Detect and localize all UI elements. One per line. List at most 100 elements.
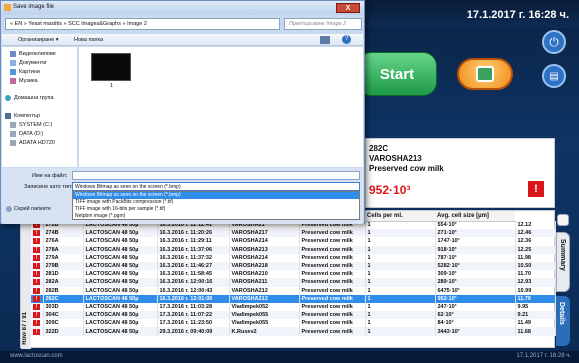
filename-input[interactable]: [72, 171, 360, 180]
cell-date: 16.3.2016 г. 12:00:43: [157, 286, 230, 295]
cell-size: 12.12: [515, 221, 556, 230]
footer: www.lactoscan.com 17.1.2017 г. 16:28 ч.: [0, 351, 579, 363]
homegroup-icon: [5, 95, 11, 101]
cell-cells: 289·10³: [435, 278, 516, 287]
table-row[interactable]: ! 279B LACTOSCAN 48 50µ 16.3.2016 г. 11:46:…: [31, 261, 556, 271]
organize-button[interactable]: Организиране ▾: [18, 37, 59, 43]
save-results-button[interactable]: [457, 58, 513, 90]
document-button[interactable]: ▤: [542, 64, 566, 88]
cell-product: Preserved cow milk: [299, 327, 366, 336]
cell-device: LACTOSCAN 48 50µ: [83, 253, 158, 262]
cell-n: 1: [365, 319, 436, 328]
table-icon-tab[interactable]: [557, 214, 569, 226]
filetype-option[interactable]: Netpbm image (*.pgm): [73, 213, 359, 220]
cell-name: VAROSHA214: [229, 253, 300, 262]
cell-device: LACTOSCAN 48 50µ: [83, 270, 158, 279]
app-icon: [4, 4, 11, 11]
table-row[interactable]: ! 279A LACTOSCAN 48 50µ 16.3.2016 г. 11:37:…: [31, 253, 556, 262]
tab-summary[interactable]: Summary: [556, 232, 570, 292]
footer-url[interactable]: www.lactoscan.com: [10, 353, 63, 359]
address-bar[interactable]: « EN » Yeast mastitis » SCC Images&Graph…: [5, 18, 280, 30]
nav-item-pictures[interactable]: Картини: [10, 69, 40, 75]
nav-item-music[interactable]: Музика: [10, 78, 38, 84]
table-row[interactable]: ! 278A LACTOSCAN 48 50µ 16.3.2016 г. 11:37:…: [31, 245, 556, 254]
table-row[interactable]: ! 322D LACTOSCAN 48 50µ 29.3.2016 г. 09:40:…: [31, 327, 556, 336]
nav-item-computer[interactable]: Компютър: [5, 113, 40, 119]
table-row[interactable]: ! 282B LACTOSCAN 48 50µ 16.3.2016 г. 12:00:…: [31, 286, 556, 295]
cell-name: K.Rusev2: [229, 327, 300, 336]
column-header[interactable]: Avg. cell size [µm]: [435, 211, 515, 222]
cell-name: Vladimpek055: [229, 311, 300, 320]
view-options-icon[interactable]: [320, 36, 330, 44]
power-button[interactable]: ⏻: [542, 30, 566, 54]
start-button[interactable]: Start: [357, 52, 437, 96]
footer-datetime: 17.1.2017 г. 16:28 ч.: [516, 353, 571, 359]
search-input[interactable]: Претърсване Image 2: [284, 18, 362, 30]
nav-item-homegroup[interactable]: Домашна група: [5, 95, 54, 101]
cell-date: 16.3.2016 г. 12:01:06: [157, 294, 230, 303]
cell-product: Preserved cow milk: [299, 278, 366, 287]
table-row[interactable]: ! 274B LACTOSCAN 48 50µ 16.3.2016 г. 11:20:…: [31, 229, 556, 238]
filetype-select[interactable]: Windows Bitmap as seen on the screen (*.…: [72, 182, 360, 191]
cell-product: Preserved cow milk: [299, 237, 366, 246]
table-row[interactable]: ! 281D LACTOSCAN 48 50µ 16.3.2016 г. 11:58:…: [31, 270, 556, 279]
navigation-pane: Видеоклипове Документи Картини Музика До…: [2, 47, 78, 167]
hide-folders-toggle[interactable]: Скрий папките: [6, 206, 51, 212]
table-row[interactable]: ! 303D LACTOSCAN 48 50µ 17.3.2016 г. 11:03:…: [31, 302, 556, 312]
cell-size: 9.21: [515, 311, 556, 320]
cell-id: 282B: [43, 286, 84, 295]
filename-label: Име на файл:: [32, 173, 68, 179]
cell-name: VAROSHA212: [229, 286, 300, 295]
row-flag: !: [31, 261, 44, 271]
image-thumbnail[interactable]: [91, 53, 131, 81]
table-row[interactable]: ! 282C LACTOSCAN 48 50µ 16.3.2016 г. 12:01:…: [31, 294, 556, 303]
alert-icon: !: [33, 271, 40, 278]
cell-id: 278A: [43, 245, 84, 254]
close-button[interactable]: X: [336, 3, 360, 13]
filetype-option[interactable]: TIFF image with PackBits compression (*.…: [73, 199, 359, 206]
power-icon: ⏻: [549, 34, 559, 49]
filetype-option[interactable]: Windows Bitmap as seen on the screen (*.…: [73, 192, 359, 199]
folder-icon: [10, 51, 16, 57]
file-pane: 1: [79, 47, 363, 167]
nav-item-drive-c[interactable]: SYSTEM (C:): [10, 122, 52, 128]
cell-size: 12.46: [515, 229, 556, 238]
cell-size: 11.68: [515, 327, 556, 336]
cell-date: 16.3.2016 г. 11:37:32: [157, 253, 230, 262]
results-table: Row 87 / 91 ationCells per ml.Avg. cell …: [20, 210, 556, 349]
cell-cells: 554·10³: [435, 221, 516, 230]
row-flag: !: [31, 229, 44, 238]
dialog-titlebar[interactable]: Save image file X: [1, 1, 364, 15]
table-row[interactable]: ! 309C LACTOSCAN 48 50µ 17.3.2016 г. 11:23:…: [31, 319, 556, 328]
nav-item-documents[interactable]: Документи: [10, 60, 46, 66]
cell-cells: 247·10³: [435, 302, 516, 312]
thumbnail-label: 1: [110, 83, 114, 89]
dialog-title: Save image file: [13, 4, 55, 10]
table-row[interactable]: ! 304C LACTOSCAN 48 50µ 17.3.2016 г. 11:07:…: [31, 311, 556, 320]
cell-id: 281D: [43, 270, 84, 279]
new-folder-button[interactable]: Нова папка: [74, 37, 103, 43]
table-row[interactable]: ! 276A LACTOSCAN 48 50µ 16.3.2016 г. 11:29:…: [31, 237, 556, 246]
table-row[interactable]: ! 282A LACTOSCAN 48 50µ 16.3.2016 г. 12:00:…: [31, 278, 556, 287]
cell-size: 11.76: [515, 294, 556, 303]
cell-date: 17.3.2016 г. 11:23:50: [157, 319, 230, 328]
cell-n: 1: [365, 311, 436, 320]
nav-item-drive-d[interactable]: DATA (D:): [10, 131, 43, 137]
filetype-option[interactable]: TIFF image with 16-bits per sample (*.ti…: [73, 206, 359, 213]
filetype-label: Записвне като тип:: [24, 184, 73, 190]
cell-date: 17.3.2016 г. 11:07:22: [157, 311, 230, 320]
cell-product: Preserved cow milk: [299, 261, 366, 271]
help-icon[interactable]: ?: [342, 35, 351, 44]
tab-details[interactable]: Details: [556, 296, 570, 346]
cell-product: Preserved cow milk: [299, 270, 366, 279]
cell-cells: 84·10³: [435, 319, 516, 328]
row-flag: !: [31, 237, 44, 246]
alert-icon: !: [33, 263, 40, 270]
nav-item-adata[interactable]: ADATA HD720: [10, 140, 55, 146]
alert-icon: !: [33, 328, 40, 335]
cell-cells: 952·10³: [435, 294, 516, 303]
cell-date: 16.3.2016 г. 12:00:16: [157, 278, 230, 287]
cell-n: 1: [365, 294, 436, 303]
column-header[interactable]: Cells per ml.: [365, 211, 435, 222]
nav-item-videos[interactable]: Видеоклипове: [10, 51, 56, 57]
